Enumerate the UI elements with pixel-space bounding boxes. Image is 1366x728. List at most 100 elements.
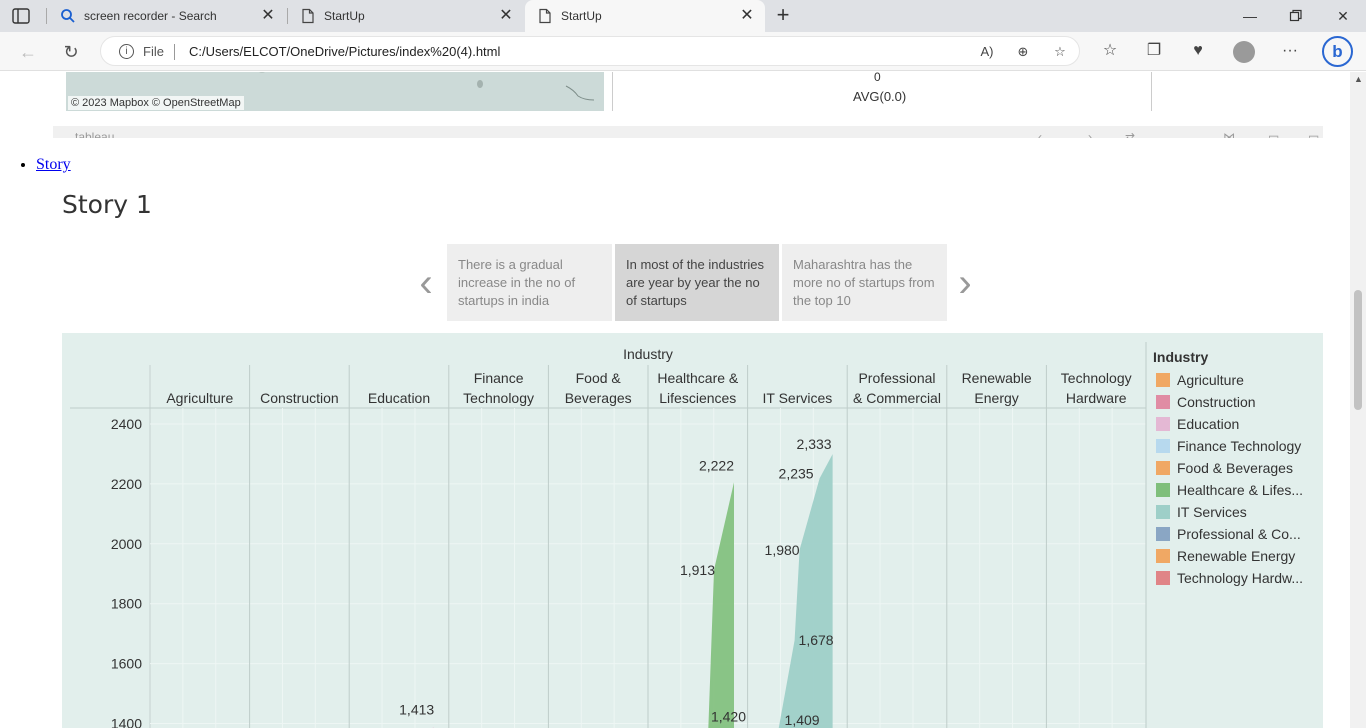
y-tick-label: 1600 (111, 656, 142, 672)
story-link[interactable]: Story (36, 156, 71, 173)
add-favorite-icon[interactable]: ☆ (1051, 43, 1069, 61)
browser-toolbar: ← ↻ i File C:/Users/ELCOT/OneDrive/Pictu… (0, 32, 1366, 71)
column-header-label: Healthcare & (657, 370, 739, 386)
industry-area-chart[interactable]: Industry 2400 2200 2000 1800 1600 1400 Agricult… (62, 333, 1323, 728)
redo-icon[interactable]: › (1088, 130, 1092, 138)
column-header-label: Technology (1061, 370, 1132, 386)
tab-startup[interactable]: StartUp ✕ (288, 0, 524, 32)
legend-swatch (1156, 549, 1170, 563)
y-tick-label: 2400 (111, 416, 142, 432)
nav-list: Story (36, 156, 71, 174)
area-healthcare (708, 482, 734, 728)
data-label: 1,420 (711, 709, 746, 725)
tab-title: screen recorder - Search (84, 9, 217, 23)
data-label: 2,235 (779, 465, 814, 481)
story-point-1[interactable]: There is a gradual increase in the no of… (447, 244, 612, 321)
map-attribution[interactable]: © 2023 Mapbox © OpenStreetMap (68, 96, 244, 110)
column-header-label: Education (368, 390, 430, 406)
data-label: 1,678 (799, 632, 834, 648)
new-tab-icon[interactable]: + (772, 4, 794, 27)
column-header-label: Energy (974, 390, 1018, 406)
scroll-thumb[interactable] (1354, 290, 1362, 410)
close-icon[interactable]: ✕ (258, 6, 278, 26)
address-bar[interactable]: i File C:/Users/ELCOT/OneDrive/Pictures/… (100, 36, 1080, 66)
legend-label: Food & Beverages (1177, 460, 1293, 476)
y-tick-label: 2200 (111, 476, 142, 492)
prev-story-point-icon[interactable]: ‹ (416, 263, 436, 308)
chart-title: Industry (623, 346, 673, 362)
nav-list-item: Story (36, 156, 71, 174)
restore-icon[interactable] (1286, 6, 1306, 26)
column-header-label: Lifesciences (659, 390, 736, 406)
legend-swatch (1156, 417, 1170, 431)
share-icon[interactable]: ⋈ (1223, 130, 1235, 138)
legend-swatch (1156, 505, 1170, 519)
story-title: Story 1 (62, 190, 152, 219)
read-aloud-icon[interactable]: A) (978, 43, 996, 61)
scroll-up-icon[interactable]: ▲ (1354, 74, 1363, 84)
close-icon[interactable]: ✕ (496, 6, 516, 26)
legend-swatch (1156, 439, 1170, 453)
column-header-label: Finance (474, 370, 524, 386)
revert-icon[interactable]: ⇄ (1125, 130, 1135, 138)
legend-label: Healthcare & Lifes... (1177, 482, 1303, 498)
page-scrollbar[interactable]: ▲ (1350, 72, 1366, 728)
legend-swatch (1156, 461, 1170, 475)
url-text[interactable]: C:/Users/ELCOT/OneDrive/Pictures/index%2… (189, 44, 500, 59)
page-icon (300, 8, 316, 24)
tab-actions-icon[interactable] (10, 6, 32, 26)
tableau-toolbar: tableau ‹ › ⇄ ⋈ ▭ ▭ (53, 126, 1323, 138)
column-header-label: & Commercial (853, 390, 941, 406)
browser-essentials-icon[interactable]: ♥ (1187, 40, 1209, 62)
profile-avatar[interactable] (1233, 41, 1255, 63)
area-it-services (778, 454, 833, 728)
legend-label: IT Services (1177, 504, 1247, 520)
story-point-3[interactable]: Maharashtra has the more no of startups … (782, 244, 947, 321)
favorites-icon[interactable]: ☆ (1099, 40, 1121, 62)
zoom-icon[interactable]: ⊕ (1014, 43, 1032, 61)
tab-startup-active[interactable]: StartUp ✕ (525, 0, 765, 32)
legend-label: Professional & Co... (1177, 526, 1301, 542)
info-icon[interactable]: i (119, 44, 134, 59)
legend-swatch (1156, 527, 1170, 541)
next-story-point-icon[interactable]: › (955, 263, 975, 308)
refresh-icon[interactable]: ↻ (59, 40, 83, 64)
minimize-icon[interactable]: — (1240, 6, 1260, 26)
page-icon (537, 8, 553, 24)
tab-search[interactable]: screen recorder - Search ✕ (48, 0, 286, 32)
data-label: 1,980 (765, 542, 800, 558)
data-label: 1,409 (785, 712, 820, 728)
column-header-label: IT Services (763, 390, 833, 406)
bing-copilot-icon[interactable]: b (1322, 36, 1353, 67)
fullscreen-icon[interactable]: ▭ (1308, 130, 1319, 138)
legend-label: Technology Hardw... (1177, 570, 1303, 586)
y-tick-label: 2000 (111, 536, 142, 552)
legend-label: Agriculture (1177, 372, 1244, 388)
window-close-icon[interactable]: ✕ (1333, 6, 1353, 26)
tab-title: StartUp (561, 9, 602, 23)
legend-swatch (1156, 483, 1170, 497)
y-tick-label: 1400 (111, 716, 142, 728)
column-header-label: Agriculture (166, 390, 233, 406)
legend-title: Industry (1153, 349, 1208, 365)
data-label: 2,222 (699, 457, 734, 473)
collections-icon[interactable]: ❐ (1143, 40, 1165, 62)
more-menu-icon[interactable]: ··· (1279, 40, 1301, 62)
back-arrow-icon[interactable]: ← (16, 40, 40, 64)
page-viewport: © 2023 Mapbox © OpenStreetMap 0 AVG(0.0)… (0, 72, 1350, 728)
y-tick-label: 1800 (111, 596, 142, 612)
column-header-label: Construction (260, 390, 339, 406)
close-icon[interactable]: ✕ (737, 6, 757, 26)
data-label: 1,913 (680, 562, 715, 578)
tab-separator (46, 8, 47, 24)
search-icon (60, 8, 76, 24)
undo-icon[interactable]: ‹ (1038, 130, 1042, 138)
legend-label: Education (1177, 416, 1239, 432)
column-header-label: Hardware (1066, 390, 1127, 406)
download-icon[interactable]: ▭ (1268, 130, 1279, 138)
column-header-label: Professional (858, 370, 935, 386)
kpi-value: 0 (874, 72, 881, 84)
url-scheme-label: File (143, 44, 164, 59)
story-point-2[interactable]: In most of the industries are year by ye… (615, 244, 779, 321)
chart-svg: Industry 2400 2200 2000 1800 1600 1400 Agricult… (70, 342, 1303, 728)
